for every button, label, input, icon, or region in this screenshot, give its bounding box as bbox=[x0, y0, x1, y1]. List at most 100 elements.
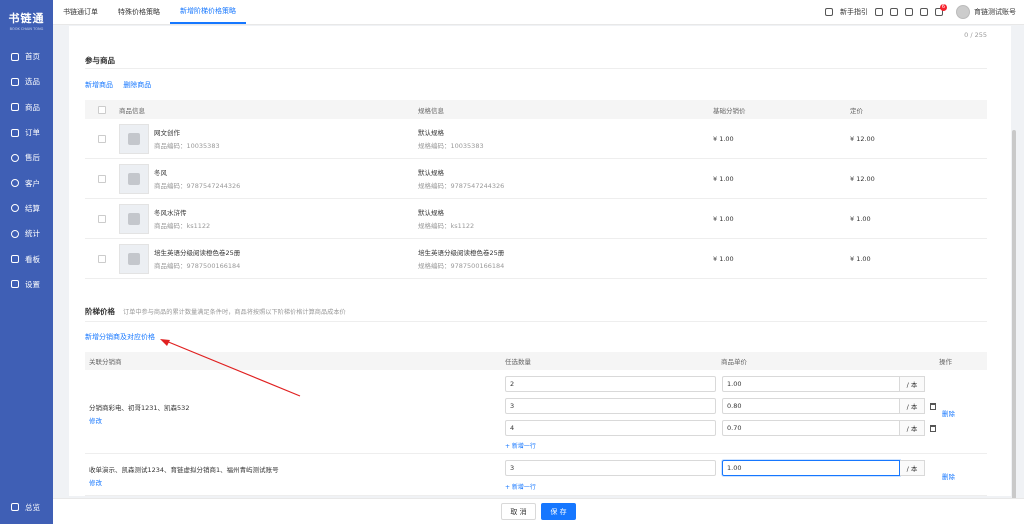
sidebar-item-label: 客户 bbox=[25, 178, 40, 188]
quantity-input[interactable]: 2 bbox=[505, 376, 716, 392]
tier-row: 3 1.00 / 本 bbox=[505, 460, 925, 476]
edit-link[interactable]: 修改 bbox=[89, 415, 189, 425]
unit-label: / 本 bbox=[900, 420, 925, 436]
edit-link[interactable]: 修改 bbox=[89, 477, 279, 487]
sidebar: 书链通 BOOK CHAIN TONG 首页 选品 商品 订单 售后 客户 结算… bbox=[0, 0, 53, 524]
table-header: 商品信息 规格信息 基础分销价 定价 bbox=[85, 100, 987, 119]
guide-link[interactable]: 新手指引 bbox=[840, 7, 868, 17]
sidebar-item-label: 设置 bbox=[25, 279, 40, 289]
sidebar-item-settlement[interactable]: 结算 bbox=[0, 196, 53, 221]
sidebar-item-label: 订单 bbox=[25, 128, 40, 138]
save-button[interactable]: 保 存 bbox=[541, 503, 576, 520]
spec-name: 默认规格 bbox=[418, 169, 444, 177]
quantity-input[interactable]: 3 bbox=[505, 460, 716, 476]
row-checkbox[interactable] bbox=[98, 214, 106, 223]
char-counter: 0 / 255 bbox=[964, 31, 987, 39]
download-icon[interactable] bbox=[875, 8, 883, 16]
sidebar-item-select[interactable]: 选品 bbox=[0, 69, 53, 94]
col-header: 规格信息 bbox=[418, 106, 444, 115]
section-title: 参与商品 bbox=[85, 56, 115, 65]
product-code: 商品编码：10035383 bbox=[154, 142, 220, 150]
avatar bbox=[956, 5, 970, 19]
tab-special-price[interactable]: 特殊价格策略 bbox=[108, 0, 170, 24]
distributor-group: 分销商彩电、初哥1231、凯森532 修改 2 1.00 / 本 3 0.80 … bbox=[85, 370, 987, 454]
cancel-button[interactable]: 取 消 bbox=[501, 503, 536, 520]
list-price: ¥ 12.00 bbox=[850, 174, 875, 183]
guide-icon[interactable] bbox=[825, 8, 833, 16]
bell-icon[interactable]: 6 bbox=[935, 4, 947, 16]
unit-label: / 本 bbox=[900, 460, 925, 476]
base-price: ¥ 1.00 bbox=[713, 214, 734, 223]
price-input[interactable]: 0.80 bbox=[722, 398, 900, 414]
price-input[interactable]: 1.00 bbox=[722, 460, 900, 476]
add-product-link[interactable]: 新增商品 bbox=[85, 81, 113, 89]
trash-icon[interactable] bbox=[930, 424, 936, 432]
sidebar-item-goods[interactable]: 商品 bbox=[0, 95, 53, 120]
sidebar-item-home[interactable]: 首页 bbox=[0, 44, 53, 69]
add-row-link[interactable]: + 新增一行 bbox=[505, 482, 536, 491]
logo-text: 书链通 bbox=[8, 11, 45, 25]
row-checkbox[interactable] bbox=[98, 134, 106, 143]
scrollbar[interactable] bbox=[1012, 130, 1016, 500]
dashboard-icon bbox=[11, 255, 19, 264]
unit-label: / 本 bbox=[900, 398, 925, 414]
product-code: 商品编码：9787547244326 bbox=[154, 182, 241, 190]
heart-icon[interactable] bbox=[890, 8, 898, 16]
sidebar-item-label: 总览 bbox=[25, 502, 40, 512]
table-row: 冬风水浒传 商品编码：ks1122 默认规格 规格编码：ks1122 ¥ 1.00 … bbox=[85, 199, 987, 239]
ladder-table: 关联分销商 任选数量 商品单价 操作 分销商彩电、初哥1231、凯森532 修改… bbox=[85, 352, 987, 496]
product-image bbox=[119, 163, 149, 194]
box-icon bbox=[11, 103, 19, 112]
tier-row: 3 0.80 / 本 bbox=[505, 398, 936, 414]
row-checkbox[interactable] bbox=[98, 254, 106, 263]
add-row-link[interactable]: + 新增一行 bbox=[505, 441, 536, 450]
tier-row: 4 0.70 / 本 bbox=[505, 420, 936, 436]
product-name: 网文创作 bbox=[154, 129, 180, 137]
sidebar-item-overview[interactable]: 总览 bbox=[0, 495, 53, 520]
list-price: ¥ 1.00 bbox=[850, 254, 871, 263]
select-all-checkbox[interactable] bbox=[98, 105, 106, 114]
sidebar-item-aftersale[interactable]: 售后 bbox=[0, 145, 53, 170]
tab-orders[interactable]: 书链通订单 bbox=[53, 0, 108, 24]
col-header: 任选数量 bbox=[505, 358, 531, 366]
sidebar-item-settings[interactable]: 设置 bbox=[0, 272, 53, 297]
add-distributor-link[interactable]: 新增分销商及对应价格 bbox=[85, 332, 155, 342]
product-name: 冬风 bbox=[154, 169, 167, 177]
quantity-input[interactable]: 3 bbox=[505, 398, 716, 414]
row-checkbox[interactable] bbox=[98, 174, 106, 183]
menu-icon bbox=[11, 503, 19, 512]
tab-ladder-price[interactable]: 新增阶梯价格策略 bbox=[170, 0, 246, 24]
quantity-input[interactable]: 4 bbox=[505, 420, 716, 436]
sidebar-item-customers[interactable]: 客户 bbox=[0, 170, 53, 195]
divider bbox=[85, 321, 987, 322]
spec-code: 规格编码：9787500166184 bbox=[418, 262, 505, 270]
delete-link[interactable]: 删除 bbox=[942, 408, 955, 418]
service-icon bbox=[11, 153, 19, 162]
sidebar-item-label: 售后 bbox=[25, 153, 40, 163]
headset-icon[interactable] bbox=[905, 8, 913, 16]
col-header: 关联分销商 bbox=[89, 358, 122, 366]
sidebar-menu: 首页 选品 商品 订单 售后 客户 结算 统计 看板 设置 bbox=[0, 44, 53, 297]
distributor-names: 分销商彩电、初哥1231、凯森532 bbox=[89, 404, 190, 412]
unit-label: / 本 bbox=[900, 376, 925, 392]
clipboard-icon[interactable] bbox=[920, 8, 928, 16]
price-input[interactable]: 0.70 bbox=[722, 420, 900, 436]
sidebar-item-label: 结算 bbox=[25, 203, 40, 213]
product-name: 冬风水浒传 bbox=[154, 209, 187, 217]
ladder-description: 订单中参与商品的累计数量满足条件时，商品将按照以下阶梯价格计算商品成本价 bbox=[123, 309, 346, 316]
sidebar-item-dashboard[interactable]: 看板 bbox=[0, 246, 53, 271]
logo: 书链通 BOOK CHAIN TONG bbox=[0, 0, 53, 40]
sidebar-item-label: 统计 bbox=[25, 229, 40, 239]
account-menu[interactable]: 育链测试账号 bbox=[956, 5, 1016, 19]
price-input[interactable]: 1.00 bbox=[722, 376, 900, 392]
col-header: 商品单价 bbox=[721, 358, 747, 366]
sidebar-item-orders[interactable]: 订单 bbox=[0, 120, 53, 145]
delete-link[interactable]: 删除 bbox=[942, 471, 955, 481]
trash-icon[interactable] bbox=[930, 402, 936, 410]
divider bbox=[85, 68, 987, 69]
list-price: ¥ 1.00 bbox=[850, 214, 871, 223]
account-name: 育链测试账号 bbox=[974, 8, 1016, 16]
table-header: 关联分销商 任选数量 商品单价 操作 bbox=[85, 352, 987, 370]
delete-product-link[interactable]: 删除商品 bbox=[123, 81, 151, 89]
sidebar-item-statistics[interactable]: 统计 bbox=[0, 221, 53, 246]
